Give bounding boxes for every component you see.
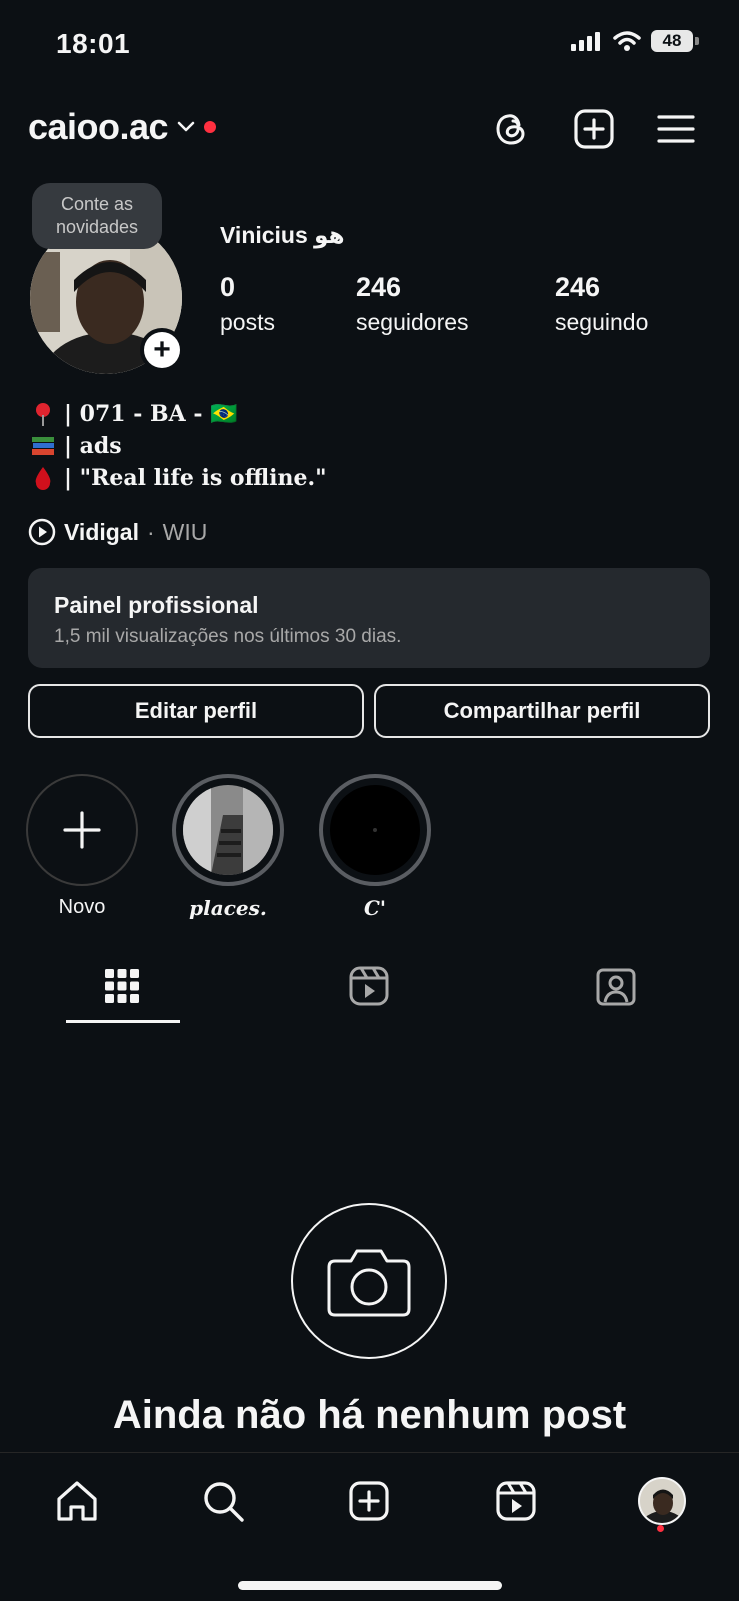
threads-icon[interactable]: [491, 109, 531, 149]
bottom-nav: [0, 1452, 739, 1601]
nav-avatar: [638, 1477, 686, 1525]
highlight-new[interactable]: Novo: [24, 774, 140, 919]
reels-tab-icon[interactable]: [349, 966, 389, 1006]
highlight-cover: [183, 785, 273, 875]
pro-panel-title: Painel profissional: [54, 592, 259, 618]
active-tab-indicator: [66, 1020, 180, 1023]
books-icon: [32, 437, 54, 455]
create-post-icon[interactable]: [573, 108, 615, 150]
avatar-photo: [640, 1479, 684, 1523]
header-actions: [491, 108, 695, 150]
note-bubble[interactable]: Conte as novidades: [32, 183, 162, 249]
edit-profile-button[interactable]: Editar perfil: [28, 684, 364, 738]
pro-panel-subtitle: 1,5 mil visualizações nos últimos 30 dia…: [54, 626, 402, 647]
battery-icon: 48: [651, 30, 693, 52]
drop-of-blood-icon: [35, 467, 51, 490]
display-name: Vinicius هو: [220, 222, 345, 248]
pin-icon: [36, 403, 50, 426]
share-profile-button[interactable]: Compartilhar perfil: [374, 684, 710, 738]
song-title: Vidigal: [64, 518, 139, 545]
stat-posts[interactable]: 0 posts: [220, 272, 275, 336]
tagged-tab-icon[interactable]: [596, 966, 636, 1006]
stat-label: seguidores: [356, 309, 469, 335]
bio: | 071 - BA - 🇧🇷 | ads | "Real life is of…: [30, 398, 327, 494]
stat-value: 0: [220, 272, 236, 302]
bio-line: | ads: [30, 430, 327, 462]
bio-text: | "Real life is offline.": [64, 465, 327, 491]
status-indicators: 48: [571, 30, 699, 52]
play-circle-icon: [28, 518, 56, 546]
highlight-label: C': [363, 896, 387, 920]
profile-music[interactable]: Vidigal · WIU: [28, 518, 207, 546]
stat-label: posts: [220, 309, 275, 335]
stat-value: 246: [555, 272, 601, 302]
stat-value: 246: [356, 272, 402, 302]
bio-text: | ads: [64, 433, 122, 459]
stat-label: seguindo: [555, 309, 649, 335]
add-story-button[interactable]: +: [140, 328, 184, 372]
account-switcher[interactable]: caioo.ac: [28, 106, 217, 148]
grid-icon[interactable]: [104, 968, 140, 1004]
highlight-c[interactable]: C': [317, 774, 433, 920]
nav-create[interactable]: [343, 1475, 395, 1527]
song-separator: ·: [147, 518, 155, 545]
battery-tip: [695, 37, 699, 45]
stat-following[interactable]: 246 seguindo: [555, 272, 648, 336]
highlight-label: Novo: [58, 896, 106, 918]
camera-icon: [327, 1249, 411, 1317]
nav-reels[interactable]: [490, 1475, 542, 1527]
professional-dashboard[interactable]: Painel profissional 1,5 mil visualizaçõe…: [28, 568, 710, 668]
highlight-ring: [26, 774, 138, 886]
empty-state-title: Ainda não há nenhum post: [112, 1393, 627, 1437]
home-indicator[interactable]: [238, 1581, 502, 1590]
chevron-down-icon: [177, 121, 195, 132]
empty-state-camera: [291, 1203, 447, 1359]
nav-profile[interactable]: [636, 1475, 688, 1527]
song-artist: WIU: [162, 518, 208, 545]
highlight-places[interactable]: places.: [170, 774, 286, 920]
highlight-cover: [330, 785, 420, 875]
bio-text: | 071 - BA - 🇧🇷: [64, 401, 238, 427]
bio-line: | 071 - BA - 🇧🇷: [30, 398, 327, 430]
plus-icon: [63, 811, 101, 849]
reels-icon: [496, 1481, 536, 1521]
nav-search[interactable]: [197, 1475, 249, 1527]
cellular-signal-icon: [571, 32, 600, 51]
search-icon: [204, 1482, 244, 1522]
wifi-icon: [613, 31, 641, 51]
notification-dot: [204, 121, 217, 133]
username: caioo.ac: [28, 106, 169, 147]
highlight-ring: [319, 774, 431, 886]
highlight-ring: [172, 774, 284, 886]
bio-line: | "Real life is offline.": [30, 462, 327, 494]
highlight-label: places.: [189, 896, 267, 920]
home-icon: [57, 1481, 97, 1521]
nav-home[interactable]: [51, 1475, 103, 1527]
status-time: 18:01: [56, 28, 131, 59]
plus-icon: +: [144, 332, 180, 368]
create-icon: [349, 1481, 389, 1521]
menu-icon[interactable]: [657, 113, 695, 145]
stat-followers[interactable]: 246 seguidores: [356, 272, 469, 336]
profile-notification-dot: [657, 1525, 664, 1532]
